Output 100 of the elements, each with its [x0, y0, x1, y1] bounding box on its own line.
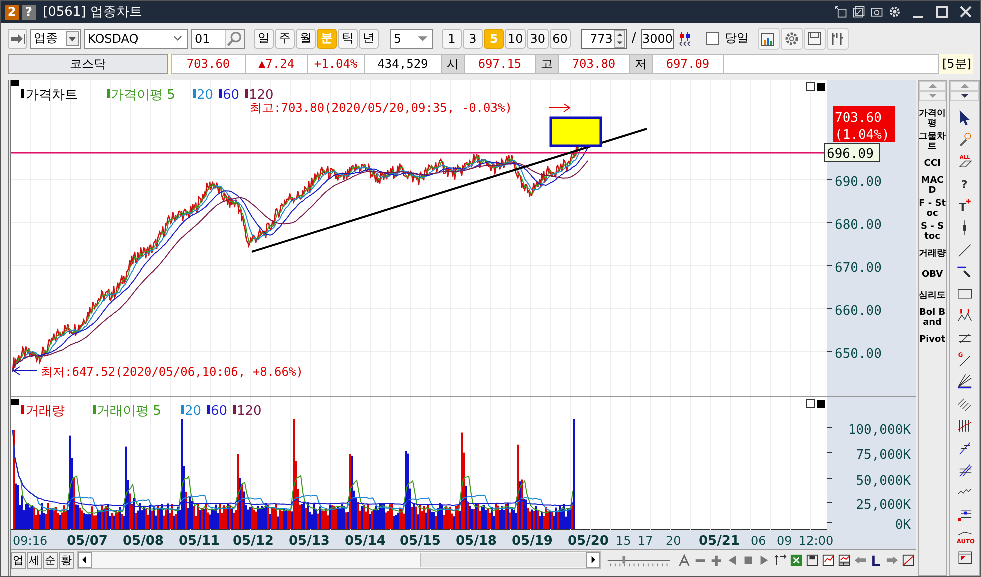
bottom-tab[interactable]: 업: [11, 552, 26, 568]
plus-icon[interactable]: [710, 554, 723, 566]
trend-line[interactable]: [252, 128, 648, 253]
indicator-button[interactable]: OBV: [919, 266, 946, 284]
scroll-left-icon[interactable]: [78, 552, 92, 568]
scroll-down-button[interactable]: [950, 91, 979, 101]
font-size-icon[interactable]: [678, 554, 691, 566]
legend-label: 20: [197, 88, 214, 103]
indicator-button[interactable]: MACD: [919, 176, 946, 196]
step-left-icon[interactable]: [726, 554, 739, 566]
time-axis-label: 06: [751, 534, 766, 548]
indicator-button[interactable]: Pivot: [919, 331, 946, 349]
indicator-button[interactable]: S - Stoc: [919, 222, 946, 242]
l-letter-icon[interactable]: [870, 554, 883, 566]
interval-button[interactable]: 1: [442, 28, 462, 48]
save-button[interactable]: [804, 28, 826, 50]
indicator-button[interactable]: F - Stoc: [919, 199, 946, 219]
chart-grid-icon[interactable]: [822, 554, 835, 566]
link-arrow-button[interactable]: [8, 28, 27, 48]
legend-label: 거래량: [26, 404, 65, 419]
period-tab[interactable]: 일: [254, 28, 274, 48]
camera-icon[interactable]: [870, 5, 884, 19]
market-type-select[interactable]: 업종: [30, 28, 81, 48]
excel-icon[interactable]: [790, 554, 803, 566]
quote-label: 시: [441, 54, 465, 74]
bottom-tab[interactable]: 순: [43, 552, 58, 568]
step-right-icon[interactable]: [758, 554, 771, 566]
code-field[interactable]: 01: [191, 28, 245, 48]
time-axis-label: 05/15: [400, 534, 441, 549]
interval-button[interactable]: 60: [550, 28, 571, 48]
bottom-tab[interactable]: 세: [27, 552, 42, 568]
same-day-checkbox[interactable]: 당일: [706, 30, 750, 47]
indicator-button[interactable]: 가격이평: [919, 109, 946, 129]
scroll-right-icon[interactable]: [586, 552, 600, 568]
help-button[interactable]: ?: [22, 4, 36, 20]
period-tab[interactable]: 주: [275, 28, 295, 48]
long-arrow-icon: [548, 104, 571, 112]
restore-icon[interactable]: [806, 400, 816, 408]
total-count-field[interactable]: 3000: [641, 28, 674, 48]
time-axis-label: 05/21: [699, 534, 740, 549]
highlight-rectangle[interactable]: [550, 116, 602, 148]
indicator-button[interactable]: 거래량: [919, 245, 946, 263]
count-spinbox[interactable]: 773: [580, 28, 627, 48]
dropdown-icon[interactable]: [66, 30, 79, 46]
indicator-button[interactable]: 심리도: [919, 287, 946, 305]
maximize-icon[interactable]: [934, 4, 950, 20]
down-triangle-icon: [960, 93, 970, 99]
indicator-button[interactable]: Bol Band: [919, 308, 946, 328]
horizontal-scrollbar[interactable]: [77, 551, 601, 569]
legend-label: 120: [249, 88, 274, 103]
period-tab[interactable]: 월: [296, 28, 316, 48]
interval-button[interactable]: 3: [463, 28, 483, 48]
tools-button[interactable]: [827, 28, 850, 50]
caret-icon[interactable]: [417, 34, 429, 44]
line-value-tag: 696.09: [824, 144, 880, 162]
time-axis-label: 17: [638, 534, 654, 548]
zoom-slider[interactable]: [606, 553, 672, 567]
legend-label: 60: [211, 404, 228, 419]
quote-value: 697.09: [652, 54, 724, 74]
candle-arrows-icon[interactable]: [677, 30, 694, 48]
settings-icon[interactable]: [888, 5, 902, 19]
time-axis-label: 05/13: [289, 534, 330, 549]
code-name-combobox[interactable]: KOSDAQ: [84, 28, 188, 48]
legend-label: 120: [237, 404, 262, 419]
quote-value: 703.80: [558, 54, 630, 74]
legend-label: 20: [185, 404, 202, 419]
slider-thumb[interactable]: [622, 556, 626, 564]
up-triangle-icon: [928, 83, 938, 89]
indicator-button[interactable]: 그물차트: [919, 132, 946, 152]
bottom-tab[interactable]: 황: [59, 552, 74, 568]
period-tab[interactable]: 년: [359, 28, 379, 48]
window-title: [0561] 업종차트: [43, 4, 142, 21]
interval-button[interactable]: 30: [527, 28, 549, 48]
restore-icon[interactable]: [806, 82, 816, 92]
link-window-icon[interactable]: [834, 5, 848, 19]
question-icon[interactable]: ?: [952, 173, 977, 195]
interval-unit: [5분]: [942, 56, 972, 72]
checklist-icon[interactable]: [852, 5, 866, 19]
caret-icon[interactable]: [172, 34, 184, 44]
price-axis-label: 680.00: [835, 218, 882, 233]
volume-axis-label: 75,000K: [856, 448, 911, 463]
time-axis-label: 05/19: [512, 534, 553, 549]
settings-button[interactable]: [781, 28, 804, 50]
spin-arrows-icon[interactable]: [614, 30, 626, 48]
interval-select[interactable]: 5: [390, 28, 433, 48]
indicator-button[interactable]: CCI: [919, 155, 946, 173]
chart-tools-icon[interactable]: [902, 554, 915, 566]
volume-axis-label: 50,000K: [856, 474, 911, 489]
table-chart-icon[interactable]: [838, 554, 851, 566]
fit-arrows-icon[interactable]: [774, 554, 787, 566]
time-axis-label: 12:00: [799, 534, 834, 548]
search-icon[interactable]: [225, 30, 244, 48]
chart-type-button[interactable]: [758, 28, 780, 50]
volume-axis-label: 0K: [895, 518, 911, 533]
interval-button[interactable]: 10: [505, 28, 526, 48]
down-triangle-icon: [928, 93, 938, 99]
change-rate: +1.04%: [307, 54, 365, 74]
quote-value: 697.15: [464, 54, 536, 74]
save-icon[interactable]: [806, 554, 819, 566]
period-tab[interactable]: 틱: [338, 28, 358, 48]
